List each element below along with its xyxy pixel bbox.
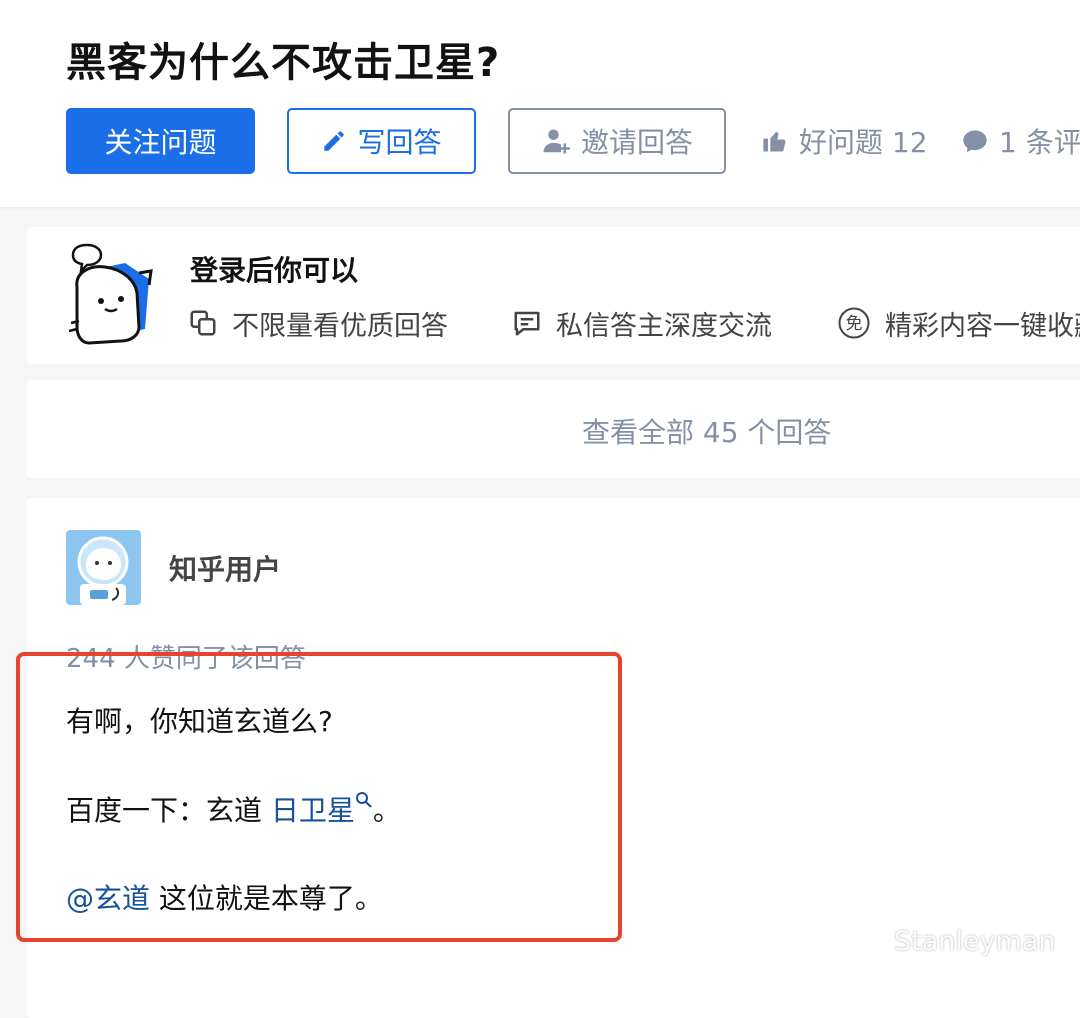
invite-answer-label: 邀请回答: [580, 126, 693, 159]
perk-label: 不限量看优质回答: [232, 310, 448, 342]
astronaut-dog-avatar-icon: [66, 530, 141, 605]
view-all-answers-link[interactable]: 查看全部 45 个回答: [582, 411, 831, 451]
thumbs-up-icon: [763, 131, 786, 152]
svg-text:免: 免: [846, 314, 863, 334]
login-prompt-title: 登录后你可以: [190, 254, 359, 287]
perk-private-message: 私信答主深度交流: [512, 303, 772, 343]
good-question-button[interactable]: 好问题 12: [761, 108, 928, 174]
write-answer-button[interactable]: 写回答: [287, 108, 476, 174]
comments-label: 1 条评论: [999, 126, 1080, 159]
watermark: Stanleyman: [840, 922, 1055, 960]
perk-unlimited-answers: 不限量看优质回答: [188, 303, 448, 343]
invite-answer-button[interactable]: 邀请回答: [508, 108, 726, 174]
write-answer-label: 写回答: [357, 126, 442, 159]
comments-button[interactable]: 1 条评论: [961, 108, 1080, 174]
good-question-label: 好问题 12: [799, 126, 928, 159]
perk-label: 精彩内容一键收藏: [885, 310, 1080, 342]
perk-one-click-save: 免 精彩内容一键收藏: [837, 303, 1080, 343]
avatar[interactable]: [66, 530, 141, 605]
view-all-answers-card[interactable]: 查看全部 45 个回答: [27, 380, 1080, 478]
zhihu-mascot-icon: [68, 243, 153, 345]
message-icon: [514, 311, 540, 336]
login-prompt-card: 登录后你可以 不限量看优质回答 私信答主深度交流 免 精彩内容一键收藏: [27, 227, 1080, 364]
author-name[interactable]: 知乎用户: [169, 548, 281, 588]
free-icon: 免: [838, 307, 870, 339]
copy-icon: [190, 310, 216, 336]
watermark-text: Stanleyman: [894, 925, 1056, 957]
comment-icon: [963, 130, 987, 153]
question-header: 黑客为什么不攻击卫星? 关注问题 写回答 邀请回答 好问题 12 1 条评论: [0, 0, 1080, 207]
question-title: 黑客为什么不攻击卫星?: [66, 40, 501, 86]
pencil-icon: [324, 131, 345, 151]
follow-question-button[interactable]: 关注问题: [66, 108, 255, 174]
highlight-annotation-box: [16, 652, 622, 942]
wechat-icon: [840, 923, 885, 958]
add-user-icon: [543, 129, 570, 154]
perk-label: 私信答主深度交流: [556, 310, 772, 342]
